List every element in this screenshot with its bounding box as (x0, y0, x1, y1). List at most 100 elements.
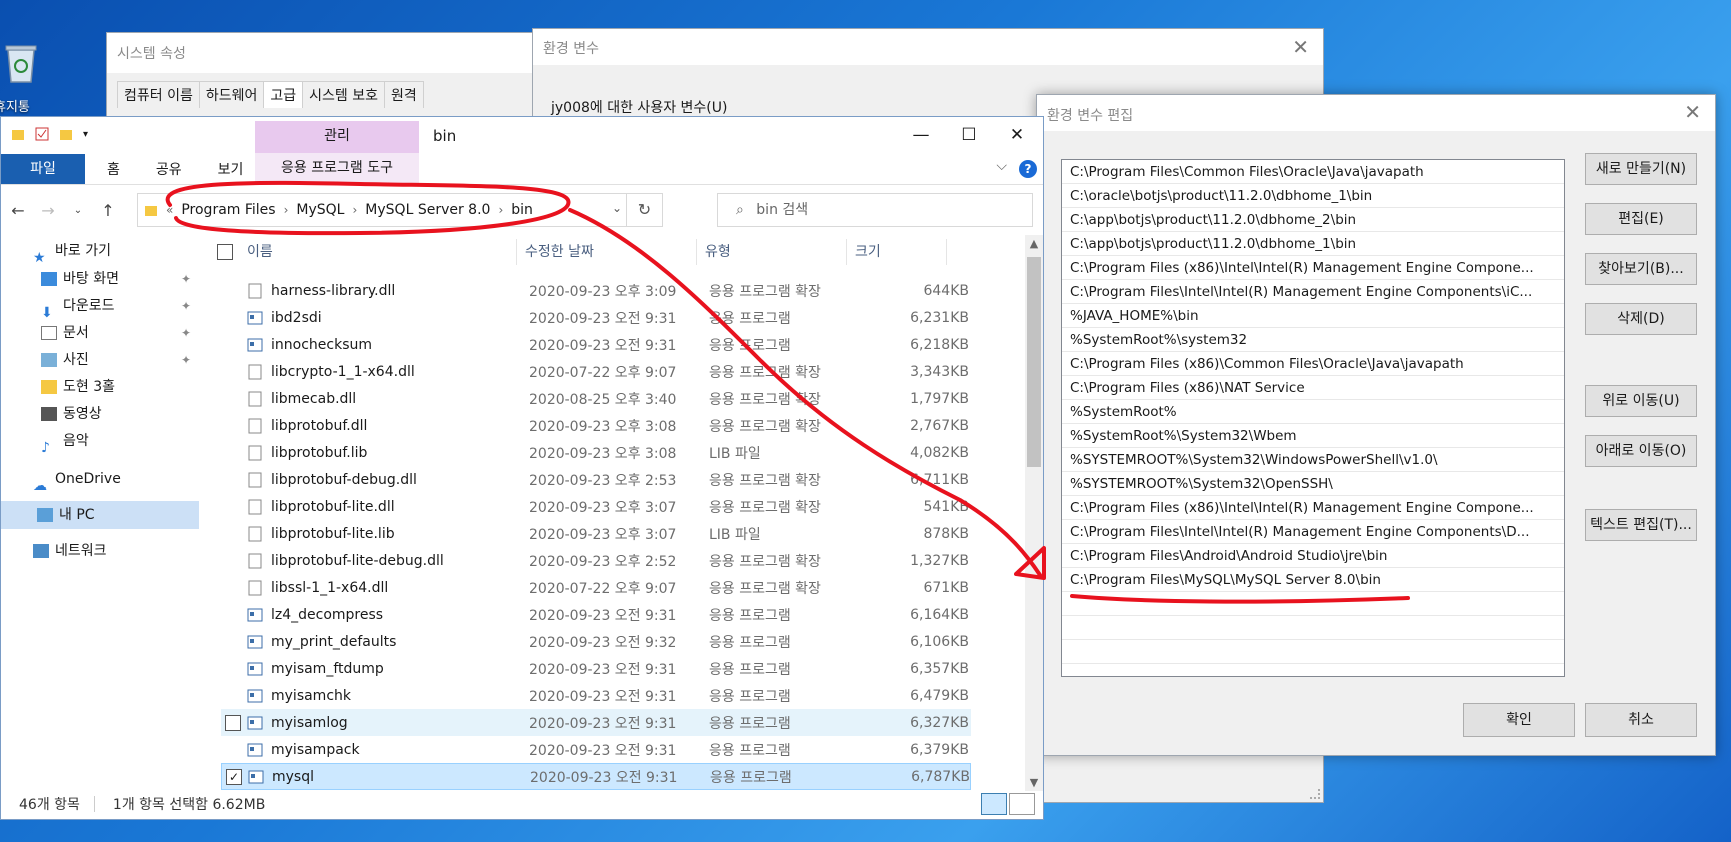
tab-home[interactable]: 홈 (93, 159, 134, 179)
table-row[interactable]: libprotobuf-debug.dll 2020-09-23 오후 2:53 응… (221, 466, 971, 493)
table-row[interactable]: myisam_ftdump 2020-09-23 오전 9:31 응용 프로그램 6,… (221, 655, 971, 682)
recycle-bin-icon[interactable]: 휴지통 (0, 40, 44, 120)
pin-icon[interactable]: ✦ (181, 265, 191, 293)
details-view-icon[interactable] (981, 793, 1007, 815)
breadcrumb-mysql[interactable]: MySQL (296, 202, 344, 218)
tab-application-tools[interactable]: 응용 프로그램 도구 (255, 153, 419, 185)
path-list-empty-row[interactable] (1062, 616, 1564, 640)
tab-computer-name[interactable]: 컴퓨터 이름 (117, 81, 200, 108)
tab-system-protection[interactable]: 시스템 보호 (302, 81, 386, 108)
row-checkbox[interactable] (225, 391, 241, 407)
path-list-item-mysql[interactable]: C:\Program Files\MySQL\MySQL Server 8.0\… (1062, 568, 1564, 592)
cancel-button[interactable]: 취소 (1585, 703, 1697, 737)
row-checkbox[interactable] (225, 688, 241, 704)
tab-share[interactable]: 공유 (142, 159, 196, 179)
path-list-item[interactable]: C:\Program Files\Intel\Intel(R) Manageme… (1062, 520, 1564, 544)
tab-view[interactable]: 보기 (204, 159, 258, 179)
table-row[interactable]: harness-library.dll 2020-09-23 오후 3:09 응용 … (221, 277, 971, 304)
path-list-item[interactable]: C:\Program Files\Intel\Intel(R) Manageme… (1062, 280, 1564, 304)
row-checkbox[interactable] (225, 310, 241, 326)
close-icon[interactable]: ✕ (1684, 100, 1701, 124)
up-arrow-icon[interactable]: ↑ (95, 201, 121, 220)
nav-this-pc[interactable]: 내 PC (1, 501, 199, 529)
tab-remote[interactable]: 원격 (384, 81, 424, 108)
pin-icon[interactable]: ✦ (181, 346, 191, 374)
breadcrumb-separator-icon[interactable]: › (498, 203, 503, 217)
nav-onedrive[interactable]: ☁ OneDrive (1, 465, 199, 494)
table-row-selected[interactable]: ✓ mysql 2020-09-23 오전 9:31 응용 프로그램 6,787KB (221, 763, 971, 790)
scroll-up-icon[interactable]: ▲ (1025, 237, 1043, 250)
path-list-item[interactable]: %SYSTEMROOT%\System32\WindowsPowerShell\… (1062, 448, 1564, 472)
close-icon[interactable]: ✕ (995, 121, 1039, 149)
row-checkbox[interactable] (225, 337, 241, 353)
path-list-item[interactable]: %SystemRoot%\system32 (1062, 328, 1564, 352)
path-list[interactable]: C:\Program Files\Common Files\Oracle\Jav… (1061, 159, 1565, 677)
move-down-button[interactable]: 아래로 이동(O) (1585, 435, 1697, 467)
path-list-empty-row[interactable] (1062, 592, 1564, 616)
new-button[interactable]: 새로 만들기(N) (1585, 153, 1697, 185)
recent-locations-icon[interactable]: ⌄ (65, 205, 91, 216)
path-list-item[interactable]: C:\Program Files (x86)\Intel\Intel(R) Ma… (1062, 496, 1564, 520)
move-up-button[interactable]: 위로 이동(U) (1585, 385, 1697, 417)
nav-pictures[interactable]: 사진 ✦ (1, 346, 199, 374)
nav-desktop[interactable]: 바탕 화면 ✦ (1, 265, 199, 293)
path-list-item[interactable]: %SystemRoot% (1062, 400, 1564, 424)
scroll-down-icon[interactable]: ▼ (1025, 776, 1043, 789)
row-checkbox[interactable] (225, 283, 241, 299)
table-row[interactable]: libprotobuf-lite.dll 2020-09-23 오후 3:07 응용… (221, 493, 971, 520)
tab-hardware[interactable]: 하드웨어 (198, 81, 265, 108)
overflow-chevron-icon[interactable]: « (166, 203, 173, 217)
table-row[interactable]: libprotobuf-lite-debug.dll 2020-09-23 오후 … (221, 547, 971, 574)
table-row[interactable]: lz4_decompress 2020-09-23 오전 9:31 응용 프로그램 6… (221, 601, 971, 628)
help-icon[interactable]: ? (1019, 160, 1037, 178)
row-checkbox[interactable] (225, 634, 241, 650)
nav-music[interactable]: ♪ 음악 (1, 427, 199, 456)
table-row[interactable]: my_print_defaults 2020-09-23 오전 9:32 응용 프로… (221, 628, 971, 655)
pin-icon[interactable]: ✦ (181, 319, 191, 347)
resize-grip[interactable] (1310, 789, 1320, 799)
delete-button[interactable]: 삭제(D) (1585, 303, 1697, 335)
forward-arrow-icon[interactable]: → (35, 201, 61, 220)
address-dropdown-icon[interactable]: ⌄ (612, 201, 622, 215)
table-row[interactable]: libprotobuf.lib 2020-09-23 오후 3:08 LIB 파일 4… (221, 439, 971, 466)
path-list-item[interactable]: C:\app\botjs\product\11.2.0\dbhome_2\bin (1062, 208, 1564, 232)
customize-toolbar-icon[interactable]: ▾ (83, 129, 88, 140)
edit-button[interactable]: 편집(E) (1585, 203, 1697, 235)
scrollbar-thumb[interactable] (1027, 257, 1041, 467)
row-checkbox-checked[interactable]: ✓ (226, 768, 242, 785)
nav-videos[interactable]: 동영상 (1, 400, 199, 428)
nav-network[interactable]: 네트워크 (1, 537, 199, 565)
path-list-item[interactable]: C:\Program Files\Common Files\Oracle\Jav… (1062, 160, 1564, 184)
close-icon[interactable]: ✕ (1292, 35, 1309, 59)
tab-manage[interactable]: 관리 (255, 121, 419, 155)
breadcrumb-bin[interactable]: bin (511, 202, 533, 218)
tab-advanced[interactable]: 고급 (263, 81, 304, 108)
path-list-item[interactable]: C:\Program Files (x86)\NAT Service (1062, 376, 1564, 400)
row-checkbox[interactable] (225, 714, 241, 731)
path-list-item[interactable]: %JAVA_HOME%\bin (1062, 304, 1564, 328)
table-row[interactable]: libssl-1_1-x64.dll 2020-07-22 오후 9:07 응용 프… (221, 574, 971, 601)
chevron-down-icon[interactable]: ⌵ (996, 158, 1007, 174)
row-checkbox[interactable] (225, 607, 241, 623)
edit-text-button[interactable]: 텍스트 편집(T)... (1585, 509, 1697, 541)
path-list-item[interactable]: %SYSTEMROOT%\System32\OpenSSH\ (1062, 472, 1564, 496)
row-checkbox[interactable] (225, 661, 241, 677)
row-checkbox[interactable] (225, 499, 241, 515)
path-list-item[interactable]: C:\oracle\botjs\product\11.2.0\dbhome_1\… (1062, 184, 1564, 208)
table-row[interactable]: myisampack 2020-09-23 오전 9:31 응용 프로그램 6,379… (221, 736, 971, 763)
path-list-empty-row[interactable] (1062, 640, 1564, 664)
path-list-item[interactable]: C:\app\botjs\product\11.2.0\dbhome_1\bin (1062, 232, 1564, 256)
row-checkbox[interactable] (225, 445, 241, 461)
nav-downloads[interactable]: ⬇ 다운로드 ✦ (1, 292, 199, 321)
breadcrumb-separator-icon[interactable]: › (284, 203, 289, 217)
large-icons-view-icon[interactable] (1009, 793, 1035, 815)
row-checkbox[interactable] (225, 553, 241, 569)
address-bar[interactable]: « Program Files › MySQL › MySQL Server 8… (137, 193, 663, 227)
path-list-item[interactable]: C:\Program Files\Android\Android Studio\… (1062, 544, 1564, 568)
search-input[interactable]: ⌕ bin 검색 (717, 193, 1033, 227)
path-list-item[interactable]: C:\Program Files (x86)\Common Files\Orac… (1062, 352, 1564, 376)
column-name[interactable]: 이름 (239, 239, 517, 265)
row-checkbox[interactable] (225, 418, 241, 434)
column-date[interactable]: 수정한 날짜 (517, 239, 697, 265)
refresh-icon[interactable]: ↻ (626, 194, 662, 226)
